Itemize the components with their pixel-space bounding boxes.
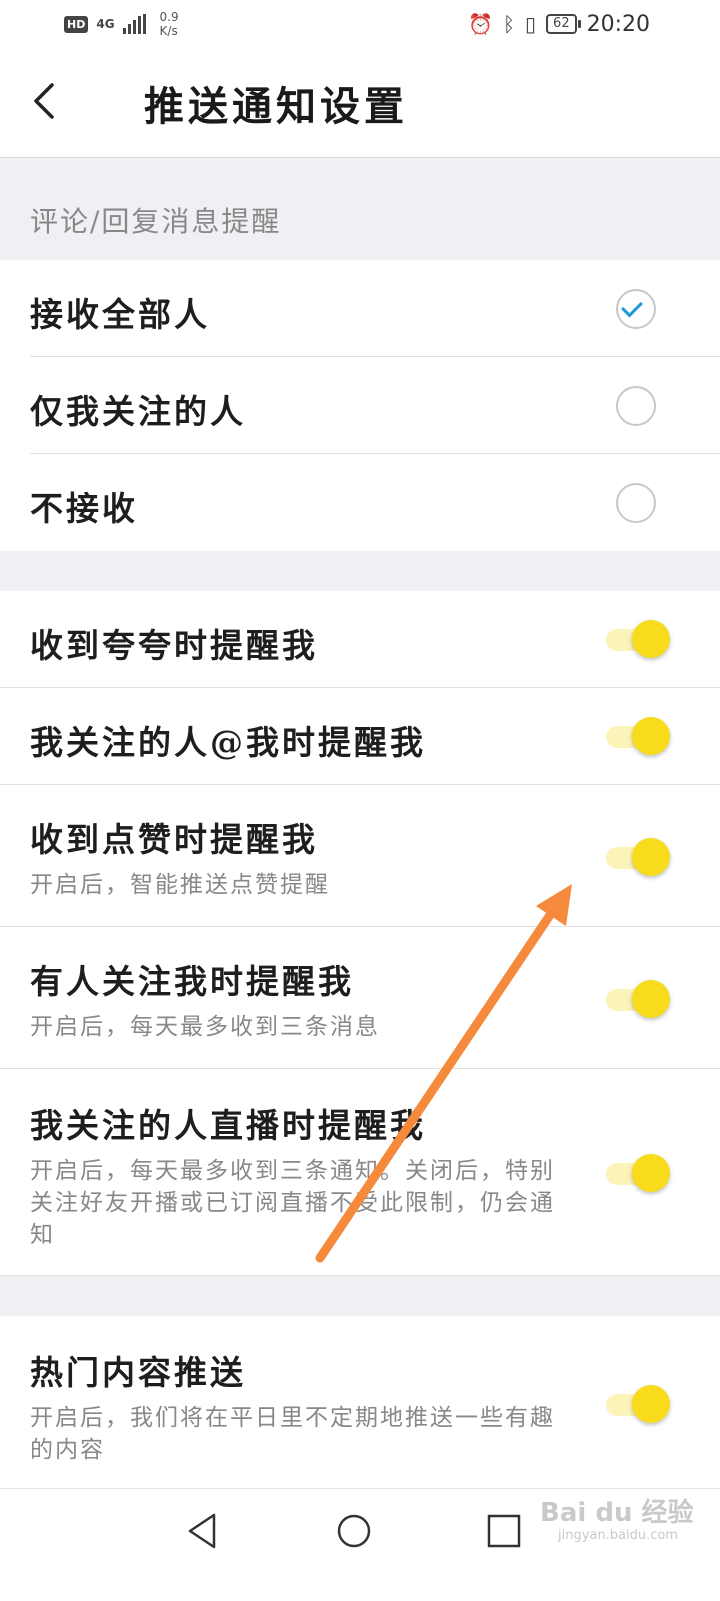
toggle-subtitle: 开启后，每天最多收到三条通知。关闭后，特别关注好友开播或已订阅直播不受此限制，仍… — [30, 1158, 555, 1248]
radio-checked[interactable] — [616, 289, 656, 329]
toggle-switch-like[interactable] — [606, 837, 670, 877]
toggle-subtitle: 开启后，我们将在平日里不定期地推送一些有趣的内容 — [30, 1405, 555, 1463]
toggle-title: 我关注的人直播时提醒我 — [30, 1106, 426, 1145]
radio-row-all[interactable]: 接收全部人 — [0, 260, 720, 357]
toggle-switch-live[interactable] — [606, 1153, 670, 1193]
page-title: 推送通知设置 — [144, 83, 408, 130]
hd-icon: HD — [64, 15, 89, 33]
toggle-row-hot-content: 热门内容推送 开启后，我们将在平日里不定期地推送一些有趣的内容 — [0, 1316, 720, 1488]
back-arrow-icon[interactable] — [30, 81, 60, 121]
toggle-title: 有人关注我时提醒我 — [30, 962, 354, 1001]
nav-home-icon[interactable] — [334, 1511, 374, 1551]
toggle-title: 收到点赞时提醒我 — [30, 820, 318, 859]
baidu-watermark-url: jingyan.baidu.com — [558, 1528, 678, 1543]
radio-unchecked[interactable] — [616, 386, 656, 426]
toggle-subtitle: 开启后，智能推送点赞提醒 — [30, 872, 330, 898]
battery-icon: 62 — [546, 14, 581, 34]
signal-icon — [122, 14, 146, 34]
toggle-switch-follow[interactable] — [606, 979, 670, 1019]
status-bar: HD 4G 0.9 K/s ⏰ ᛒ ▯ 62 20:20 — [0, 0, 720, 48]
toggle-switch-praise[interactable] — [606, 619, 670, 659]
radio-label: 不接收 — [30, 489, 138, 528]
toggle-switch-hot-content[interactable] — [606, 1384, 670, 1424]
section-spacer — [0, 1276, 720, 1316]
baidu-watermark: Bai du 经验 — [540, 1498, 694, 1528]
toggle-row-live: 我关注的人直播时提醒我 开启后，每天最多收到三条通知。关闭后，特别关注好友开播或… — [0, 1069, 720, 1276]
toggle-subtitle: 开启后，每天最多收到三条消息 — [30, 1014, 380, 1040]
radio-row-none[interactable]: 不接收 — [0, 454, 720, 551]
section-spacer — [0, 551, 720, 591]
bluetooth-icon: ᛒ — [503, 12, 516, 36]
alarm-icon: ⏰ — [468, 12, 494, 36]
network-type: 4G — [96, 16, 115, 31]
nav-recents-icon[interactable] — [484, 1511, 524, 1551]
app-header: 推送通知设置 — [0, 48, 720, 158]
radio-unchecked[interactable] — [616, 483, 656, 523]
toggle-row-mention: 我关注的人@我时提醒我 — [0, 688, 720, 785]
section-label-comment: 评论/回复消息提醒 — [30, 205, 282, 238]
check-icon — [621, 295, 643, 318]
radio-label: 接收全部人 — [30, 295, 210, 334]
clock: 20:20 — [586, 11, 650, 37]
toggle-row-like: 收到点赞时提醒我 开启后，智能推送点赞提醒 — [0, 785, 720, 927]
toggle-switch-mention[interactable] — [606, 716, 670, 756]
network-speed: 0.9 K/s — [159, 10, 179, 38]
radio-label: 仅我关注的人 — [30, 392, 246, 431]
toggle-row-follow: 有人关注我时提醒我 开启后，每天最多收到三条消息 — [0, 927, 720, 1069]
toggle-title: 热门内容推送 — [30, 1353, 246, 1392]
toggle-title: 我关注的人@我时提醒我 — [30, 723, 426, 762]
nav-back-icon[interactable] — [184, 1511, 224, 1551]
vibrate-icon: ▯ — [525, 12, 537, 36]
toggle-title: 收到夸夸时提醒我 — [30, 626, 318, 665]
radio-row-following[interactable]: 仅我关注的人 — [0, 357, 720, 454]
toggle-row-praise: 收到夸夸时提醒我 — [0, 591, 720, 688]
